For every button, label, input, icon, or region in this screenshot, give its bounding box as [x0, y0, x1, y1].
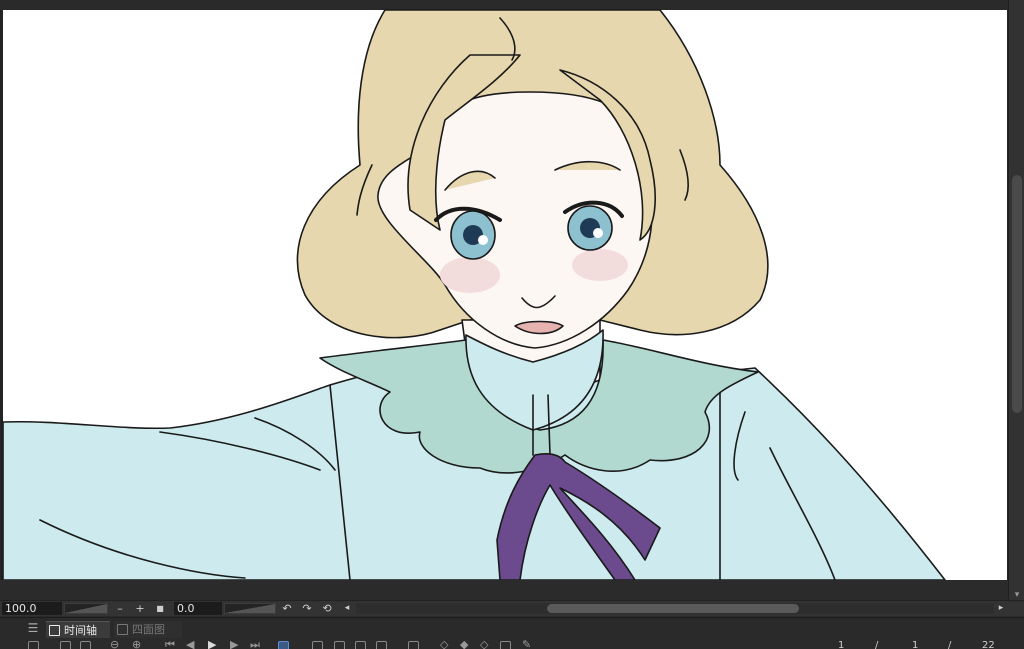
- horizontal-scroll-thumb[interactable]: [547, 604, 799, 613]
- timeline-icon: [49, 625, 60, 636]
- left-eye-shine: [478, 235, 488, 245]
- keyframe-remove-icon[interactable]: ◇: [480, 639, 488, 649]
- end-frame-number: 22: [982, 640, 995, 649]
- camera-work-icon[interactable]: [500, 641, 511, 649]
- tab-four-view-label: 四面图: [132, 623, 165, 636]
- timeline-toolbar: ⊖ ⊕ ⏮ ◀ ▶ ▶ ⏭ ◇ ◆ ◇ ✎ 1 / 1 / 22: [0, 639, 1024, 649]
- keyframe-icon[interactable]: ◇: [440, 639, 448, 649]
- fit-stop-button[interactable]: ■: [153, 601, 167, 616]
- scroll-down-icon[interactable]: ▾: [1012, 590, 1022, 600]
- scroll-right-icon[interactable]: ▸: [994, 601, 1008, 616]
- zoom-in-button[interactable]: +: [133, 601, 147, 616]
- vertical-scroll-thumb[interactable]: [1012, 175, 1022, 413]
- right-cheek: [572, 249, 628, 281]
- rotate-left-icon[interactable]: ↶: [280, 601, 294, 616]
- illustration-canvas[interactable]: [0, 0, 1008, 580]
- edit-timeline-icon[interactable]: [60, 641, 71, 649]
- specify-cel-icon[interactable]: [376, 641, 387, 649]
- canvas-status-bar: 100.0 – + ■ 0.0 ↶ ↷ ⟲ ◂ ▸: [0, 600, 1024, 616]
- new-frame-icon[interactable]: [334, 641, 345, 649]
- onion-skin-icon[interactable]: [408, 641, 419, 649]
- loop-icon[interactable]: [278, 641, 289, 649]
- tab-timeline-label: 时间轴: [64, 624, 97, 637]
- timeline-panel-header: ☰ 时间轴 四面图: [0, 617, 1024, 639]
- zoom-input[interactable]: 100.0: [2, 602, 62, 615]
- scroll-left-icon[interactable]: ◂: [340, 601, 354, 616]
- zoom-in-timeline-icon[interactable]: ⊕: [132, 639, 141, 649]
- rotate-right-icon[interactable]: ↷: [300, 601, 314, 616]
- start-frame-number: 1: [912, 640, 919, 649]
- canvas-area[interactable]: [0, 0, 1008, 580]
- tab-timeline[interactable]: 时间轴: [46, 621, 110, 638]
- next-frame-icon[interactable]: ▶: [230, 639, 238, 649]
- frame-settings-icon[interactable]: [80, 641, 91, 649]
- last-frame-icon[interactable]: ⏭: [250, 639, 260, 649]
- pen-icon[interactable]: ✎: [522, 639, 531, 649]
- zoom-out-button[interactable]: –: [113, 601, 127, 616]
- tab-four-view[interactable]: 四面图: [114, 621, 182, 638]
- keyframe-add-icon[interactable]: ◆: [460, 639, 468, 649]
- reset-rotation-icon[interactable]: ⟲: [320, 601, 334, 616]
- left-cheek: [440, 257, 500, 293]
- app-window: ▾ 100.0 – + ■ 0.0 ↶ ↷ ⟲ ◂ ▸ ☰ 时间轴 四面图 ⊖ …: [0, 0, 1024, 649]
- new-timeline-icon[interactable]: [28, 641, 39, 649]
- vertical-scrollbar[interactable]: ▾: [1008, 0, 1024, 600]
- new-cel-icon[interactable]: [312, 641, 323, 649]
- play-icon[interactable]: ▶: [208, 639, 216, 649]
- rotation-slider[interactable]: [224, 603, 276, 614]
- delete-frame-icon[interactable]: [355, 641, 366, 649]
- previous-frame-icon[interactable]: ◀: [186, 639, 194, 649]
- frame-separator: /: [875, 640, 879, 649]
- current-frame-number: 1: [838, 640, 845, 649]
- camera-icon: [117, 624, 128, 635]
- first-frame-icon[interactable]: ⏮: [165, 639, 175, 649]
- hamburger-menu-icon[interactable]: ☰: [26, 621, 40, 635]
- rotation-input[interactable]: 0.0: [174, 602, 222, 615]
- right-eye-shine: [593, 228, 603, 238]
- zoom-slider[interactable]: [64, 603, 108, 614]
- zoom-out-timeline-icon[interactable]: ⊖: [110, 639, 119, 649]
- frame-separator-2: /: [948, 640, 952, 649]
